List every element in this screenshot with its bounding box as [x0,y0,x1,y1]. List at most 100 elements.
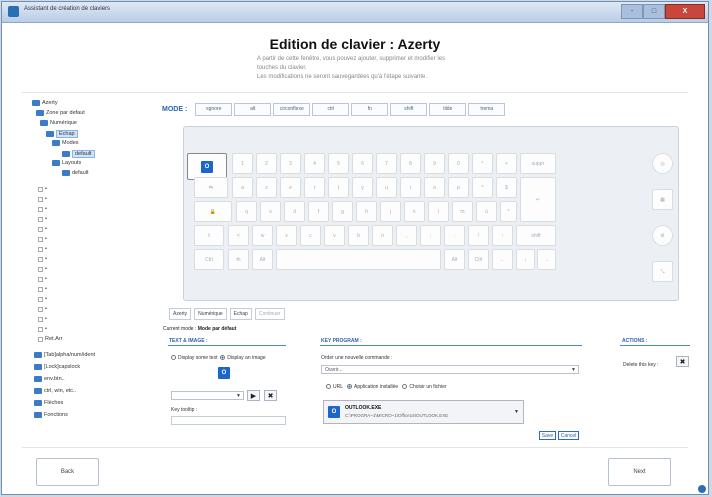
keyboard-key[interactable]: z [256,177,277,198]
help-icon[interactable] [698,485,706,493]
breadcrumb-item[interactable]: Continuer [254,308,285,320]
keyboard-key[interactable]: f [308,201,329,222]
tree-key[interactable]: • [38,236,47,242]
keyboard-key[interactable]: 2 [256,153,277,174]
keyboard-key[interactable]: ù [476,201,497,222]
tree-item[interactable]: env.btn.. [34,376,65,382]
keyboard-key[interactable]: l [428,201,449,222]
tree-key[interactable]: • [38,196,47,202]
radio-image[interactable] [220,355,226,361]
tree-root[interactable]: Azerty [32,100,58,106]
keyboard-key[interactable]: k [404,201,425,222]
tooltip-input[interactable] [171,416,286,425]
keyboard-key[interactable]: i [400,177,421,198]
save-button[interactable]: Save [539,431,556,440]
tree-key[interactable]: • [38,286,47,292]
keyboard-key[interactable]: q [236,201,257,222]
mode-button[interactable]: fn [351,102,389,116]
tree-item[interactable]: default [62,150,95,158]
tree-item[interactable]: Numérique [40,120,77,126]
tree-key[interactable]: • [38,226,47,232]
keyboard-key[interactable]: 7 [376,153,397,174]
tree-key[interactable]: • [38,256,47,262]
tree-key[interactable]: • [38,216,47,222]
keyboard-key[interactable]: s [260,201,281,222]
mode-button[interactable]: trema [468,102,506,116]
keyboard-key[interactable]: Alt [252,249,273,270]
keyboard-key[interactable]: d [284,201,305,222]
back-button[interactable]: Back [36,458,99,486]
tree-item[interactable]: [Tab]alpha/num/ident [34,352,95,358]
keyboard-key[interactable]: y [352,177,373,198]
keyboard-key[interactable]: w [252,225,273,246]
mode-button[interactable]: tilde [429,102,467,116]
keyboard-key[interactable]: u [376,177,397,198]
keyboard-key[interactable]: < [228,225,249,246]
shift-key[interactable]: ⇧ [194,225,224,246]
keyboard-key[interactable]: 5 [328,153,349,174]
keyboard-key[interactable]: : [444,225,465,246]
keyboard-key[interactable]: e [280,177,301,198]
tree-item[interactable]: Flèches [34,400,63,406]
tree-key[interactable]: • [38,326,47,332]
tree-key[interactable]: • [38,186,47,192]
tree-item[interactable]: Fonctions [34,412,68,418]
keyboard-key[interactable]: * [500,201,517,222]
keyboard-key[interactable]: suppr [520,153,556,174]
keyboard-key[interactable]: j [380,201,401,222]
application-select[interactable]: O OUTLOOK.EXE C:\PROGRA~1\MICRO~1\Office… [323,400,524,424]
tree-item[interactable]: Modes [52,140,79,146]
tree-item[interactable]: Ret.Arr [38,336,62,342]
tree-key[interactable]: • [38,246,47,252]
grid-key[interactable]: ▦ [652,189,673,210]
keyboard-key[interactable]: v [324,225,345,246]
breadcrumb-item[interactable]: Numérique [194,308,227,320]
keyboard-key[interactable]: p [448,177,469,198]
next-button[interactable]: Next [608,458,671,486]
keyboard-key[interactable]: n [372,225,393,246]
tree-key[interactable]: • [38,206,47,212]
radio-app[interactable] [347,384,352,390]
keyboard-key[interactable]: 8 [400,153,421,174]
image-select[interactable]: ▼ [171,391,244,400]
keyboard-key[interactable]: shift [516,225,556,246]
tree-item[interactable]: [Lock]capslock [34,364,80,370]
keyboard-key[interactable]: Ctrl [468,249,489,270]
arrow-up-key[interactable]: ↑ [492,225,513,246]
maximize-button[interactable]: □ [643,4,665,19]
breadcrumb-item[interactable]: Azerty [169,308,192,320]
keyboard-key[interactable]: o [424,177,445,198]
cancel-button[interactable]: Cancel [558,431,579,440]
keyboard-key[interactable]: Alt [444,249,465,270]
tree-key[interactable]: • [38,316,47,322]
keyboard-key[interactable]: Ctrl [194,249,224,270]
mode-button[interactable]: circonflexe [273,102,311,116]
settings-key[interactable]: ⚙ [652,225,673,246]
keyboard-key[interactable]: ; [420,225,441,246]
command-select[interactable]: Ouvrir... ▼ [321,365,579,374]
tree-item[interactable]: Zone par defaut [36,110,85,116]
selected-key[interactable]: O [187,153,227,180]
tree-item[interactable]: Echap [46,130,78,138]
minimize-button[interactable]: - [621,4,643,19]
keyboard-key[interactable]: h [356,201,377,222]
keyboard-key[interactable]: 0 [448,153,469,174]
keyboard-key[interactable]: b [348,225,369,246]
mode-button[interactable]: alt [234,102,272,116]
keyboard-key[interactable]: a [232,177,253,198]
clear-image-button[interactable]: ✖ [264,390,277,401]
keyboard-key[interactable]: 9 [424,153,445,174]
mode-button[interactable]: sgnore [195,102,233,116]
tab-key[interactable]: ⇆ [194,177,228,198]
resize-key[interactable]: ⤡ [652,261,673,282]
tree-key[interactable]: • [38,296,47,302]
delete-key-button[interactable]: ✖ [676,356,689,367]
tree-item[interactable]: Layouts [52,160,81,166]
keyboard-key[interactable]: 1 [232,153,253,174]
keyboard-key[interactable]: , [396,225,417,246]
power-key[interactable]: ◎ [652,153,673,174]
radio-text[interactable] [171,355,176,361]
tree-key[interactable]: • [38,266,47,272]
keyboard-key[interactable]: fn [228,249,249,270]
keyboard-key[interactable]: 4 [304,153,325,174]
